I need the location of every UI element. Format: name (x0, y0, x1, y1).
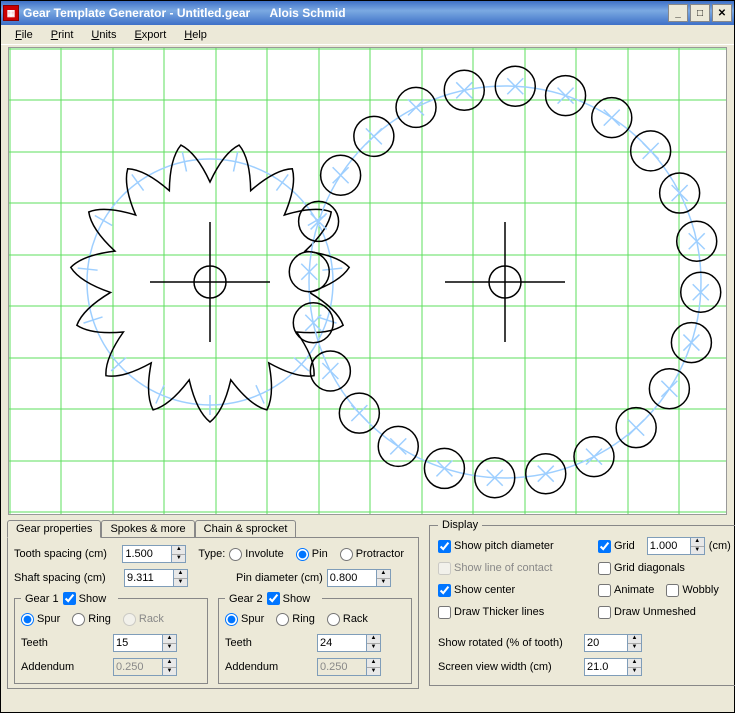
spin[interactable]: ▲▼ (377, 569, 391, 587)
tooth-spacing-label: Tooth spacing (cm) (14, 548, 118, 560)
menu-print[interactable]: Print (51, 29, 74, 41)
tabs: Gear properties Spokes & more Chain & sp… (7, 519, 419, 537)
type-pin-radio[interactable]: Pin (296, 548, 328, 561)
gear1-rack-radio: Rack (123, 613, 164, 626)
gear2-spur-radio[interactable]: Spur (225, 613, 264, 626)
chk-grid[interactable]: Grid (598, 540, 635, 553)
gear2-addendum-input (317, 658, 367, 676)
spin: ▲▼ (163, 658, 177, 676)
chk-wobbly[interactable]: Wobbly (666, 584, 718, 597)
gear2-show-check[interactable]: Show (267, 592, 311, 605)
shaft-spacing-input[interactable] (124, 569, 174, 587)
gear1-show-check[interactable]: Show (63, 592, 107, 605)
gear2-rack-radio[interactable]: Rack (327, 613, 368, 626)
pin-diameter-input[interactable] (327, 569, 377, 587)
spin[interactable]: ▲▼ (163, 634, 177, 652)
chk-unmeshed[interactable]: Draw Unmeshed (598, 606, 696, 619)
gear1-spur-radio[interactable]: Spur (21, 613, 60, 626)
chk-center[interactable]: Show center (438, 584, 515, 597)
addendum-label: Addendum (225, 661, 313, 673)
spin[interactable]: ▲▼ (691, 537, 705, 555)
pin-diameter-label: Pin diameter (cm) (236, 572, 323, 584)
tab-spokes-more[interactable]: Spokes & more (101, 520, 194, 538)
app-icon: ▦ (3, 5, 19, 21)
chk-grid-diag[interactable]: Grid diagonals (598, 562, 685, 575)
menu-help[interactable]: Help (184, 29, 207, 41)
gear1-addendum-input (113, 658, 163, 676)
chk-thicker[interactable]: Draw Thicker lines (438, 606, 544, 619)
menu-units[interactable]: Units (91, 29, 116, 41)
chk-pitch[interactable]: Show pitch diameter (438, 540, 554, 553)
type-label: Type: (198, 548, 225, 560)
spin[interactable]: ▲▼ (628, 634, 642, 652)
maximize-button[interactable]: □ (690, 4, 710, 22)
menu-file[interactable]: Fdocument.currentScript.previousElementS… (15, 29, 33, 41)
gear2-teeth-input[interactable] (317, 634, 367, 652)
chk-animate[interactable]: Animate (598, 584, 654, 597)
teeth-label: Teeth (225, 637, 313, 649)
tooth-spacing-input[interactable] (122, 545, 172, 563)
addendum-label: Addendum (21, 661, 109, 673)
tab-body: Tooth spacing (cm) ▲▼ Type: Involute Pin… (7, 537, 419, 689)
tab-chain-sprocket[interactable]: Chain & sprocket (195, 520, 297, 538)
type-involute-radio[interactable]: Involute (229, 548, 284, 561)
gear1-teeth-input[interactable] (113, 634, 163, 652)
spin: ▲▼ (367, 658, 381, 676)
type-protractor-radio[interactable]: Protractor (340, 548, 404, 561)
chk-line-contact: Show line of contact (438, 562, 552, 575)
spin[interactable]: ▲▼ (172, 545, 186, 563)
gear2-ring-radio[interactable]: Ring (276, 613, 315, 626)
spin[interactable]: ▲▼ (367, 634, 381, 652)
gear-2-group: Gear 2 Show Spur Ring Rack Teeth ▲▼ Adde… (218, 592, 412, 684)
grid-size-input[interactable] (647, 537, 691, 555)
titlebar: ▦ Gear Template Generator - Untitled.gea… (1, 1, 734, 25)
rotated-input[interactable] (584, 634, 628, 652)
minimize-button[interactable]: _ (668, 4, 688, 22)
viewwidth-input[interactable] (584, 658, 628, 676)
display-group: Display Show pitch diameter Show line of… (429, 519, 735, 686)
gear-canvas[interactable] (8, 47, 727, 515)
window-title: Gear Template Generator - Untitled.gear … (23, 6, 668, 20)
gear-1-group: Gear 1 Show Spur Ring Rack Teeth ▲▼ Adde… (14, 592, 208, 684)
tab-gear-properties[interactable]: Gear properties (7, 520, 101, 538)
viewwidth-label: Screen view width (cm) (438, 661, 578, 673)
spin[interactable]: ▲▼ (628, 658, 642, 676)
rotated-label: Show rotated (% of tooth) (438, 637, 578, 649)
menubar: Fdocument.currentScript.previousElementS… (1, 25, 734, 45)
spin[interactable]: ▲▼ (174, 569, 188, 587)
menu-export[interactable]: Export (134, 29, 166, 41)
teeth-label: Teeth (21, 637, 109, 649)
shaft-spacing-label: Shaft spacing (cm) (14, 572, 120, 584)
close-button[interactable]: ✕ (712, 4, 732, 22)
gear1-ring-radio[interactable]: Ring (72, 613, 111, 626)
